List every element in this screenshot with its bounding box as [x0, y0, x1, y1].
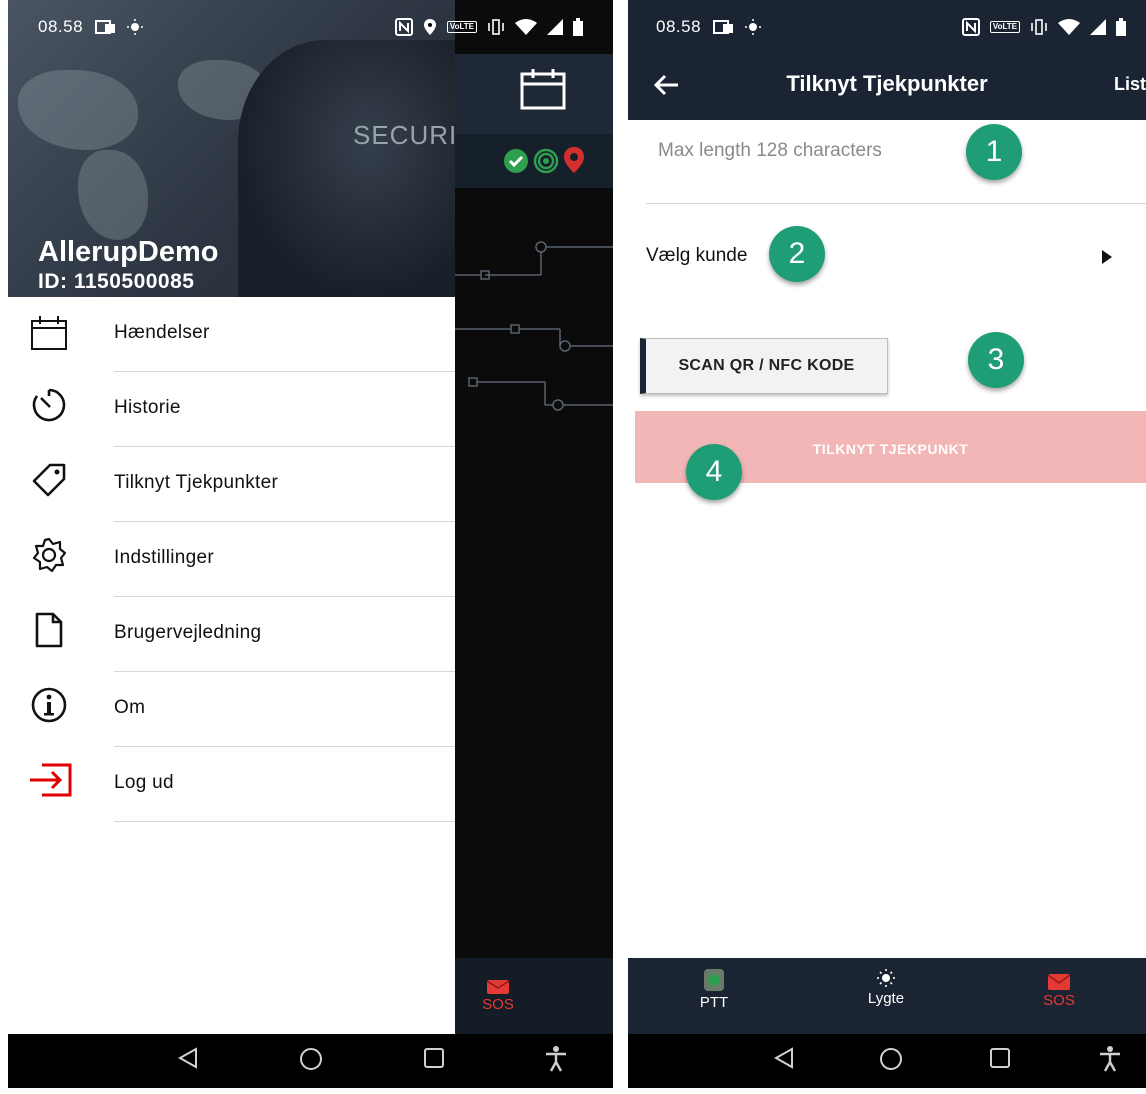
location-status-icon	[564, 147, 584, 173]
menu-item-haendelser[interactable]: Hændelser	[8, 297, 455, 372]
gear-icon	[32, 537, 67, 573]
sos-button[interactable]: SOS	[1014, 968, 1104, 1009]
background-app-status-row	[455, 134, 613, 188]
recents-nav-icon[interactable]	[422, 1046, 446, 1070]
sun-icon	[127, 19, 144, 35]
scan-qr-nfc-button[interactable]: SCAN QR / NFC KODE	[640, 338, 888, 394]
flashlight-button[interactable]: Lygte	[841, 968, 931, 1007]
signal-status-icon	[533, 148, 559, 174]
list-button[interactable]: List	[1114, 74, 1146, 95]
mail-icon	[487, 980, 509, 994]
timer-icon	[32, 388, 66, 422]
world-map-decoration	[18, 70, 138, 150]
back-nav-icon[interactable]	[772, 1046, 796, 1070]
tag-icon	[32, 463, 66, 497]
step-badge: 3	[968, 332, 1024, 388]
step-badge: 2	[769, 226, 825, 282]
vibrate-icon	[1031, 19, 1047, 35]
app-toolbar: Tilknyt Tjekpunkter List	[628, 54, 1146, 120]
menu-item-om[interactable]: Om	[8, 672, 455, 747]
menu-item-log-ud[interactable]: Log ud	[8, 747, 455, 822]
input-underline	[646, 203, 1146, 204]
menu-item-brugervejledning[interactable]: Brugervejledning	[8, 597, 455, 672]
right-phone-screen: 08.58 VoLTE Tilknyt Tjekpunkter List Max…	[628, 0, 1146, 1088]
mail-icon	[1048, 974, 1070, 990]
flashlight-icon	[877, 969, 895, 987]
menu-item-label: Historie	[114, 397, 181, 418]
location-icon	[423, 19, 436, 35]
status-time: 08.58	[656, 17, 702, 36]
accessibility-icon[interactable]	[544, 1046, 568, 1072]
bottom-action-bar: PTT Lygte SOS	[628, 958, 1146, 1034]
status-bar: 08.58 VoLTE	[8, 0, 613, 54]
menu-item-label: Hændelser	[114, 322, 210, 343]
accessibility-icon[interactable]	[1098, 1046, 1122, 1072]
cell-signal-icon	[1090, 19, 1106, 35]
circuit-decoration	[455, 241, 613, 411]
menu-item-label: Tilknyt Tjekpunkter	[114, 472, 279, 493]
account-id: ID: 1150500085	[38, 270, 195, 293]
cell-signal-icon	[547, 19, 563, 35]
back-nav-icon[interactable]	[176, 1046, 200, 1070]
nfc-icon	[394, 18, 413, 36]
menu-item-label: Log ud	[114, 772, 174, 793]
check-status-icon	[504, 149, 528, 173]
system-navigation-bar	[628, 1034, 1146, 1088]
page-title: Tilknyt Tjekpunkter	[786, 71, 988, 96]
system-navigation-bar	[8, 1034, 613, 1088]
ptt-label: PTT	[699, 994, 729, 1011]
calendar-icon	[31, 316, 67, 350]
home-nav-icon[interactable]	[878, 1046, 904, 1072]
battery-icon	[1116, 18, 1126, 36]
nfc-icon	[961, 18, 980, 36]
background-app-bottom-bar: SOS	[455, 958, 613, 1034]
menu-item-label: Brugervejledning	[114, 622, 262, 643]
menu-item-label: Indstillinger	[114, 547, 215, 568]
account-name: AllerupDemo	[38, 236, 219, 268]
notification-icon	[713, 20, 734, 34]
info-icon	[31, 687, 67, 723]
navigation-drawer: SECURI AllerupDemo ID: 1150500085 Hændel…	[8, 0, 455, 1034]
checkpoint-name-input[interactable]: Max length 128 characters	[658, 140, 882, 162]
calendar-icon[interactable]	[519, 68, 567, 112]
notification-icon	[95, 20, 116, 34]
recents-nav-icon[interactable]	[988, 1046, 1012, 1070]
battery-icon	[573, 18, 583, 36]
wifi-icon	[515, 19, 537, 35]
wifi-icon	[1058, 19, 1080, 35]
flashlight-label: Lygte	[867, 990, 905, 1007]
sun-icon	[745, 19, 762, 35]
customer-select[interactable]: Vælg kunde	[646, 245, 747, 267]
guard-photo	[238, 40, 455, 297]
world-map-decoration	[78, 150, 148, 240]
header-watermark: SECURI	[353, 120, 455, 150]
divider	[114, 821, 455, 822]
logout-icon	[30, 763, 72, 797]
menu-item-label: Om	[114, 697, 146, 718]
menu-item-tilknyt-tjekpunkter[interactable]: Tilknyt Tjekpunkter	[8, 447, 455, 522]
status-bar: 08.58 VoLTE	[628, 0, 1146, 54]
sos-button[interactable]: SOS	[473, 980, 523, 1013]
vibrate-icon	[488, 19, 504, 35]
home-nav-icon[interactable]	[298, 1046, 324, 1072]
sos-label: SOS	[1043, 992, 1075, 1009]
sos-label: SOS	[482, 996, 514, 1013]
background-app-toolbar	[455, 54, 613, 134]
step-badge: 1	[966, 124, 1022, 180]
status-time: 08.58	[38, 17, 84, 36]
menu-item-indstillinger[interactable]: Indstillinger	[8, 522, 455, 597]
ptt-icon	[704, 969, 724, 991]
left-phone-screen: SOS SECURI AllerupDemo ID: 1150500085 Hæ…	[8, 0, 613, 1088]
step-badge: 4	[686, 444, 742, 500]
volte-badge: VoLTE	[446, 21, 477, 33]
chevron-right-icon[interactable]	[1102, 250, 1112, 264]
background-app: SOS	[455, 0, 613, 1088]
document-icon	[35, 612, 63, 648]
menu-item-historie[interactable]: Historie	[8, 372, 455, 447]
ptt-button[interactable]: PTT	[669, 968, 759, 1011]
volte-badge: VoLTE	[989, 21, 1020, 33]
